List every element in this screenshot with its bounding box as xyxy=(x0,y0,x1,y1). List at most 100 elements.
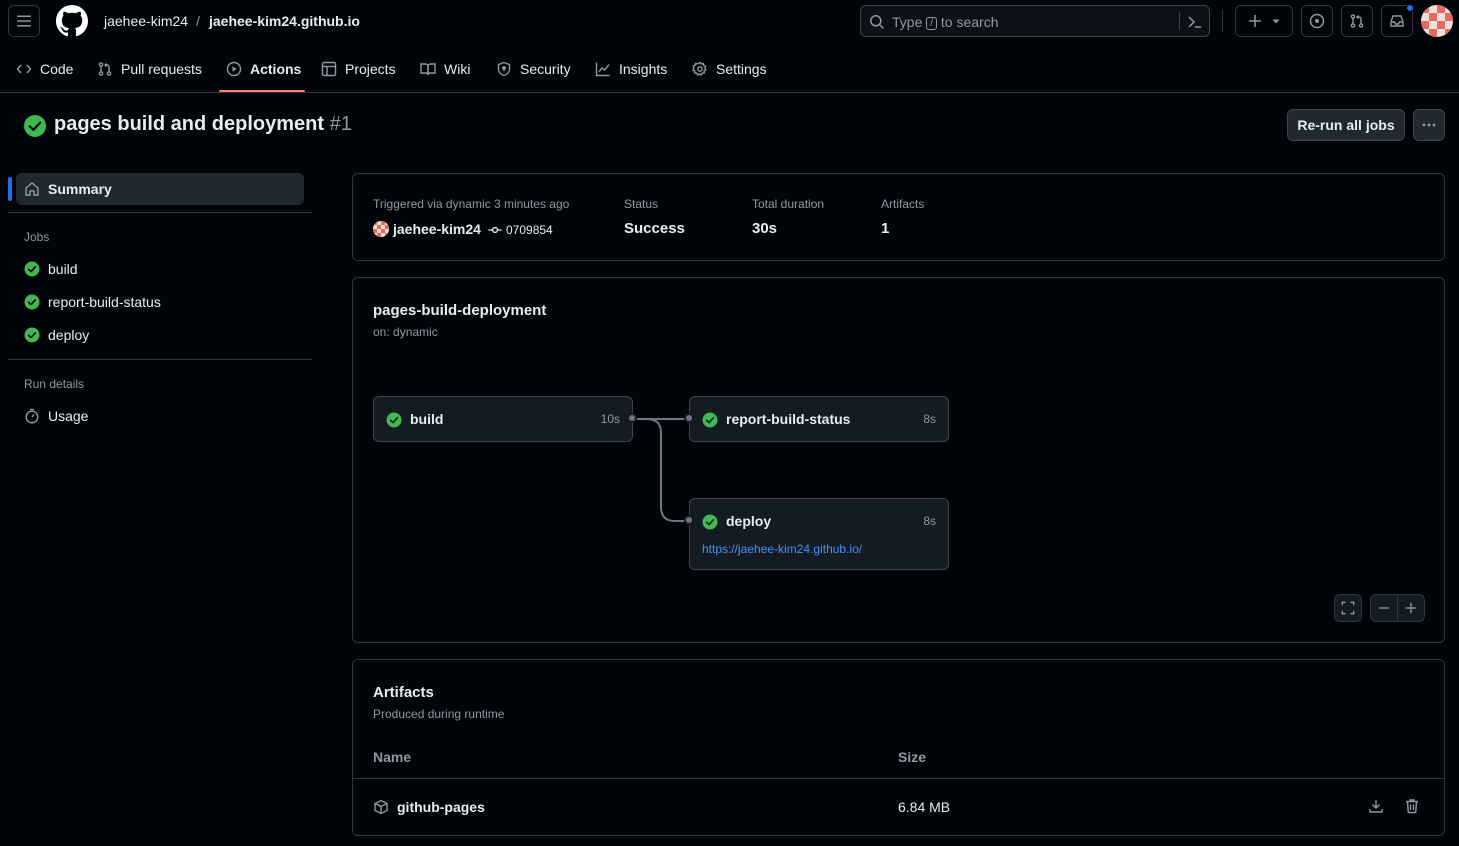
job-node-name: build xyxy=(410,411,444,427)
table-icon xyxy=(321,61,337,77)
sidebar-item-summary[interactable]: Summary xyxy=(16,173,304,205)
job-node-name: deploy xyxy=(726,513,772,529)
sidebar-job-label: deploy xyxy=(48,327,90,343)
tab-actions[interactable]: Actions xyxy=(226,56,301,82)
job-node-duration: 8s xyxy=(923,412,936,426)
tab-code[interactable]: Code xyxy=(16,56,73,82)
graph-icon xyxy=(595,62,610,77)
command-palette-icon[interactable] xyxy=(1187,14,1203,30)
artifacts-title: Artifacts xyxy=(373,684,434,701)
sidebar-jobs-heading: Jobs xyxy=(24,230,50,244)
create-new-button[interactable] xyxy=(1235,5,1293,37)
tab-pull-requests-label: Pull requests xyxy=(121,61,202,77)
slash-key-hint: / xyxy=(926,17,938,30)
duration-label: Total duration xyxy=(752,197,825,211)
plus-icon xyxy=(1249,15,1261,27)
book-icon xyxy=(420,63,436,76)
issues-button[interactable] xyxy=(1301,5,1333,37)
shield-icon xyxy=(497,61,511,77)
job-node-duration: 8s xyxy=(923,514,936,528)
tab-security-label: Security xyxy=(520,61,571,77)
status-label: Status xyxy=(624,197,659,211)
check-circle-fill-icon xyxy=(702,514,718,530)
artifacts-count-value[interactable]: 1 xyxy=(881,220,889,237)
tab-actions-label: Actions xyxy=(250,61,302,77)
search-placeholder: Type / to search xyxy=(892,14,999,30)
sidebar-item-usage-label: Usage xyxy=(48,408,89,424)
actor-link[interactable]: jaehee-kim24 xyxy=(393,221,481,237)
column-header-name: Name xyxy=(373,749,412,765)
job-input-port xyxy=(684,515,694,525)
zoom-out-icon[interactable] xyxy=(1377,601,1391,615)
table-row: github-pages 6.84 MB xyxy=(353,779,1444,835)
actor-avatar xyxy=(373,221,389,237)
sidebar-divider xyxy=(8,212,312,213)
job-node-build[interactable]: build 10s xyxy=(373,396,633,442)
more-options-button[interactable] xyxy=(1413,109,1445,141)
git-pull-request-icon xyxy=(1350,14,1364,28)
breadcrumb-separator: / xyxy=(196,13,200,29)
job-node-name: report-build-status xyxy=(726,411,851,427)
zoom-controls xyxy=(1370,594,1425,622)
package-icon xyxy=(374,799,388,815)
job-node-report-build-status[interactable]: report-build-status 8s xyxy=(689,396,949,442)
zoom-in-icon[interactable] xyxy=(1404,601,1418,615)
tab-security[interactable]: Security xyxy=(496,56,571,82)
status-value: Success xyxy=(624,220,685,237)
sidebar-job-deploy[interactable]: deploy xyxy=(16,319,304,351)
git-pull-request-icon xyxy=(98,62,112,76)
active-tab-indicator xyxy=(219,90,305,92)
sidebar-job-build[interactable]: build xyxy=(16,253,304,285)
github-logo-icon[interactable] xyxy=(56,5,88,37)
tab-projects-label: Projects xyxy=(345,61,396,77)
git-commit-icon xyxy=(488,226,502,234)
tab-wiki[interactable]: Wiki xyxy=(420,56,470,82)
deployment-url-link[interactable]: https://jaehee-kim24.github.io/ xyxy=(702,542,862,556)
rerun-all-jobs-button[interactable]: Re-run all jobs xyxy=(1287,109,1405,141)
trash-icon[interactable] xyxy=(1404,798,1420,814)
notification-dot xyxy=(1406,4,1414,12)
sidebar-job-label: build xyxy=(48,261,78,277)
sidebar-job-report-build-status[interactable]: report-build-status xyxy=(16,286,304,318)
column-header-size: Size xyxy=(898,749,927,765)
download-icon[interactable] xyxy=(1368,798,1384,814)
inbox-icon xyxy=(1390,15,1404,27)
check-circle-fill-icon xyxy=(386,412,402,428)
artifact-name-link[interactable]: github-pages xyxy=(397,799,485,815)
breadcrumb-owner[interactable]: jaehee-kim24 xyxy=(104,13,188,29)
fullscreen-button[interactable] xyxy=(1334,594,1362,622)
tab-pull-requests[interactable]: Pull requests xyxy=(97,56,202,82)
breadcrumb-repo[interactable]: jaehee-kim24.github.io xyxy=(209,13,360,29)
tab-projects[interactable]: Projects xyxy=(321,56,396,82)
pull-requests-button[interactable] xyxy=(1341,5,1373,37)
commit-sha-link[interactable]: 0709854 xyxy=(506,223,553,237)
check-circle-fill-icon xyxy=(24,115,46,137)
job-node-deploy[interactable]: deploy 8s https://jaehee-kim24.github.io… xyxy=(689,498,949,570)
workflow-trigger: on: dynamic xyxy=(373,325,438,339)
tab-settings-label: Settings xyxy=(716,61,767,77)
workflow-graph-card: pages-build-deployment on: dynamic build… xyxy=(352,277,1445,643)
sidebar-item-usage[interactable]: Usage xyxy=(16,400,304,432)
menu-button[interactable] xyxy=(8,5,40,37)
selected-indicator xyxy=(8,177,12,201)
workflow-name[interactable]: pages-build-deployment xyxy=(373,302,546,319)
tab-insights[interactable]: Insights xyxy=(595,56,667,82)
sidebar-divider xyxy=(8,359,312,360)
check-circle-fill-icon xyxy=(24,294,40,310)
run-summary-card: Triggered via dynamic 3 minutes ago jaeh… xyxy=(352,173,1445,261)
sidebar-run-details-heading: Run details xyxy=(24,377,85,391)
artifacts-count-label: Artifacts xyxy=(881,197,925,211)
duration-value: 30s xyxy=(752,220,778,237)
job-output-port xyxy=(627,413,637,423)
search-icon xyxy=(870,15,885,30)
kebab-horizontal-icon xyxy=(1422,123,1436,127)
search-input[interactable]: Type / to search xyxy=(860,5,1210,37)
screen-full-icon xyxy=(1341,601,1355,615)
home-icon xyxy=(25,182,39,196)
stopwatch-icon xyxy=(25,408,39,424)
user-avatar[interactable] xyxy=(1421,5,1453,37)
tab-settings[interactable]: Settings xyxy=(692,56,767,82)
code-icon xyxy=(16,64,32,74)
artifacts-subtitle: Produced during runtime xyxy=(373,707,505,721)
sidebar-item-summary-label: Summary xyxy=(48,181,112,197)
